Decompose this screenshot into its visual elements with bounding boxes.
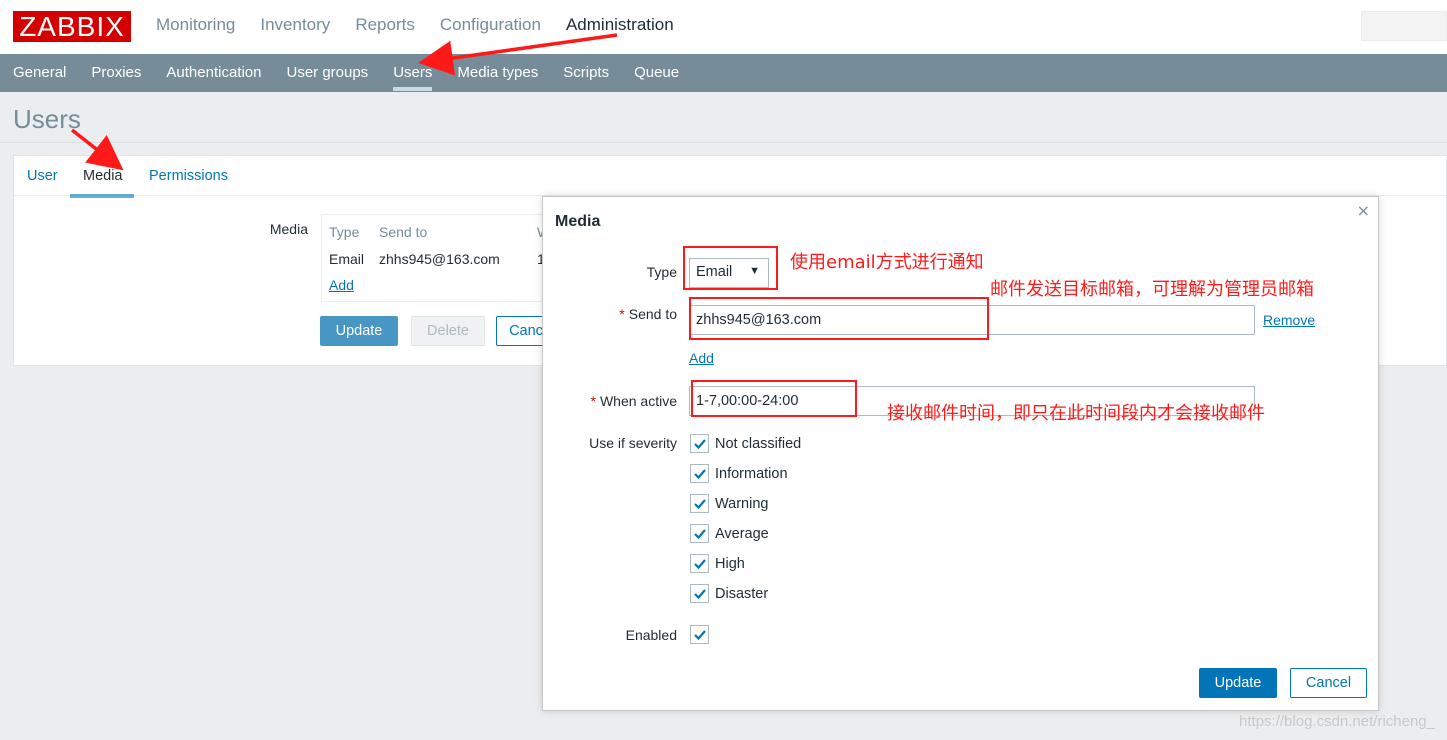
annotation-arrows [70,33,618,171]
arrow-to-media-tab [70,128,124,171]
arrow-to-users-tab [418,33,618,76]
watermark: https://blog.csdn.net/richeng_ [1239,713,1435,730]
